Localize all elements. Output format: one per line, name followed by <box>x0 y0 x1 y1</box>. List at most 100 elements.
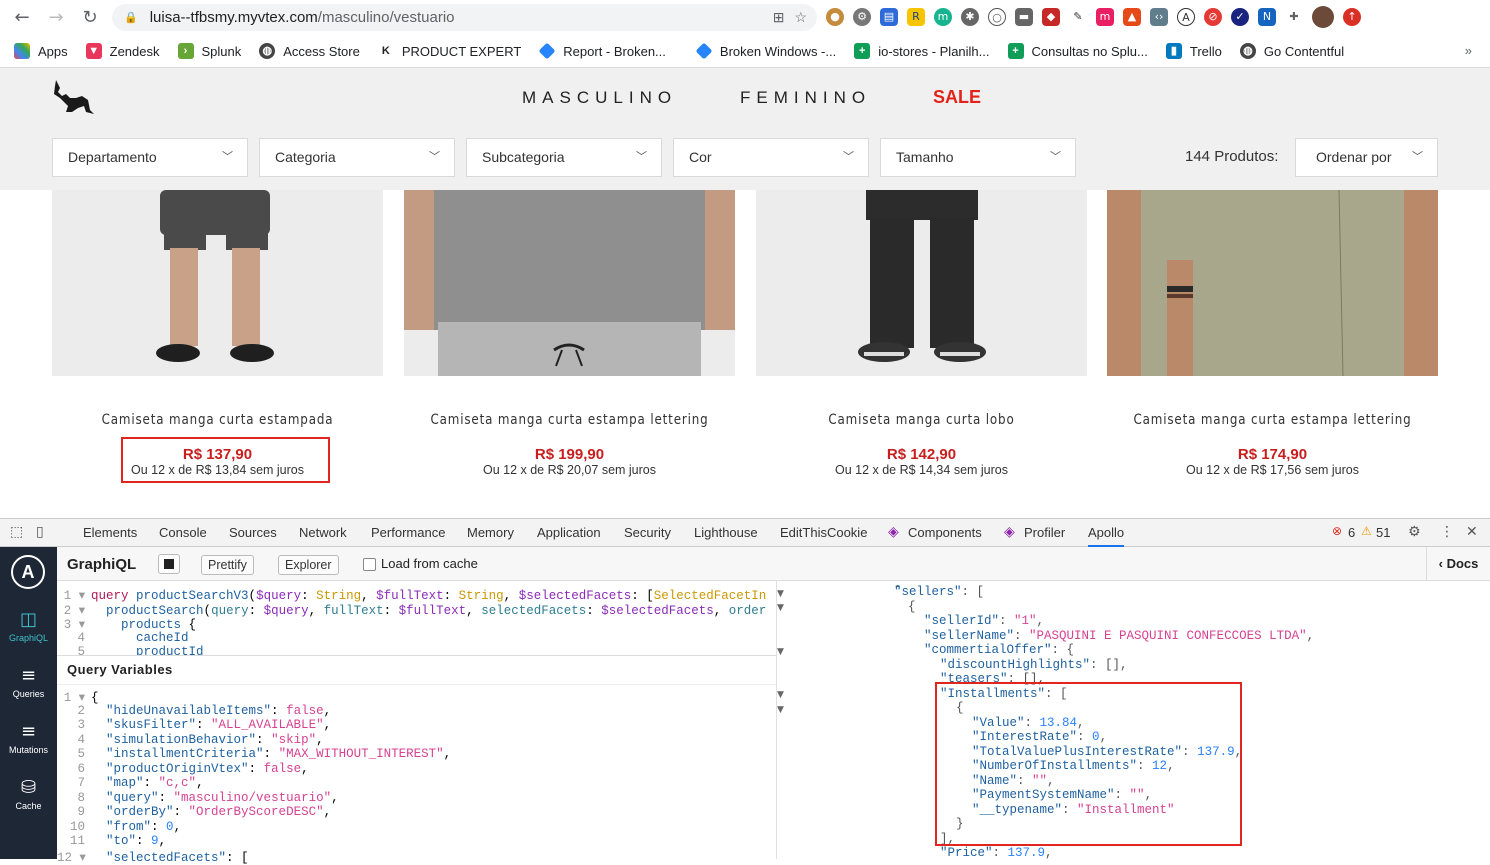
bookmark-item[interactable]: Broken Windows -... <box>695 42 836 60</box>
red-square-extension-icon[interactable]: ◆ <box>1042 8 1060 26</box>
result-viewer[interactable]: . "sellers": [ { "sellerId": "1", "selle… <box>788 581 1490 859</box>
nav-queries[interactable]: ≡ Queries <box>0 665 57 699</box>
chevron-down-icon: ﹀ <box>636 151 647 163</box>
fold-arrow-icon[interactable]: ▼ <box>777 603 784 613</box>
tab-elements[interactable]: Elements <box>83 525 137 540</box>
tab-components[interactable]: Components <box>908 525 982 540</box>
product-image[interactable] <box>756 190 1087 376</box>
tab-apollo[interactable]: Apollo <box>1088 525 1125 547</box>
product-image[interactable] <box>52 190 383 376</box>
product-name[interactable]: Camiseta manga curta estampada <box>77 412 358 428</box>
apollo-sidebar: A ◫ GraphiQL ≡ Queries ≡ Mutations ⛁ Cache <box>0 547 57 859</box>
nav-cache[interactable]: ⛁ Cache <box>0 777 57 811</box>
bug-extension-icon[interactable]: ✱ <box>961 8 979 26</box>
bookmark-item[interactable]: Report - Broken... <box>538 42 666 60</box>
block-extension-icon[interactable]: ⊘ <box>1204 8 1222 26</box>
bookmark-item[interactable]: K PRODUCT EXPERT <box>377 43 521 59</box>
calendar-extension-icon[interactable]: ▤ <box>880 8 898 26</box>
more-options-icon[interactable]: ⋮ <box>1440 524 1454 540</box>
filter-subcategoria[interactable]: Subcategoria ﹀ <box>466 138 662 177</box>
menu-feminino[interactable]: FEMININO <box>740 88 871 108</box>
new-extension-icon[interactable]: N <box>1258 8 1276 26</box>
product-name[interactable]: Camiseta manga curta lobo <box>781 412 1062 428</box>
query-variables-header[interactable]: Query Variables <box>57 655 776 685</box>
bookmark-item[interactable]: › Splunk <box>177 43 241 59</box>
back-icon[interactable]: ← <box>5 7 39 28</box>
filter-tamanho[interactable]: Tamanho ﹀ <box>880 138 1076 177</box>
tab-sources[interactable]: Sources <box>229 525 277 540</box>
r-extension-icon[interactable]: R <box>907 8 925 26</box>
inspect-icon[interactable]: ⬚ <box>10 524 23 540</box>
docs-button[interactable]: ‹ Docs <box>1426 547 1490 580</box>
device-toolbar-icon[interactable]: ▯ <box>36 524 44 540</box>
reload-icon[interactable]: ↻ <box>73 7 107 28</box>
puzzle-extension-icon[interactable]: ✚ <box>1285 8 1303 26</box>
filter-cor[interactable]: Cor ﹀ <box>673 138 869 177</box>
tab-performance[interactable]: Performance <box>371 525 445 540</box>
tab-console[interactable]: Console <box>159 525 207 540</box>
list-icon: ≡ <box>20 665 37 686</box>
tab-profiler[interactable]: Profiler <box>1024 525 1065 540</box>
error-icon[interactable]: ⊗ <box>1332 524 1342 538</box>
tab-editthiscookie[interactable]: EditThisCookie <box>780 525 867 540</box>
menu-sale[interactable]: SALE <box>933 87 981 108</box>
fold-arrow-icon[interactable]: ▼ <box>777 589 784 599</box>
bookmark-item[interactable]: + io-stores - Planilh... <box>854 43 990 59</box>
translate-icon[interactable]: ⊞ <box>773 9 785 26</box>
code-extension-icon[interactable]: ‹› <box>1150 8 1168 26</box>
filter-categoria[interactable]: Categoria ﹀ <box>259 138 455 177</box>
close-icon[interactable]: ✕ <box>1466 524 1478 540</box>
update-extension-icon[interactable]: ↑ <box>1343 8 1361 26</box>
bookmark-star-icon[interactable]: ☆ <box>794 9 807 26</box>
fold-arrow-icon[interactable]: ▼ <box>777 690 784 700</box>
tab-memory[interactable]: Memory <box>467 525 514 540</box>
warning-icon[interactable]: ⚠ <box>1361 524 1372 538</box>
bookmarks-overflow-button[interactable]: » <box>1465 43 1472 58</box>
gear-extension-icon[interactable]: ⚙ <box>853 8 871 26</box>
code-line: 3 ▾ products { <box>63 618 197 632</box>
load-from-cache-checkbox[interactable] <box>363 558 376 571</box>
product-name[interactable]: Camiseta manga curta estampa lettering <box>1132 412 1413 428</box>
fold-arrow-icon[interactable]: ▼ <box>777 705 784 715</box>
explorer-button[interactable]: Explorer <box>278 555 339 575</box>
bookmark-item[interactable]: Apps <box>14 43 68 59</box>
cookie-extension-icon[interactable]: ● <box>826 8 844 26</box>
query-editor[interactable]: 1 ▾ query productSearchV3($query: String,… <box>57 581 776 865</box>
product-image[interactable] <box>1107 190 1438 376</box>
tab-application[interactable]: Application <box>537 525 601 540</box>
pen-extension-icon[interactable]: ✎ <box>1069 8 1087 26</box>
fire-extension-icon[interactable]: ▲ <box>1123 8 1141 26</box>
sort-dropdown[interactable]: Ordenar por ﹀ <box>1295 138 1438 177</box>
nav-mutations[interactable]: ≡ Mutations <box>0 721 57 755</box>
run-stop-button[interactable] <box>158 554 180 574</box>
bookmark-item[interactable]: ▼ Zendesk <box>85 43 160 59</box>
menu-masculino[interactable]: MASCULINO <box>522 88 677 108</box>
address-bar[interactable]: 🔒 luisa--tfbsmy.myvtex.com/masculino/ves… <box>112 4 817 31</box>
tab-lighthouse[interactable]: Lighthouse <box>694 525 758 540</box>
product-image[interactable] <box>404 190 735 376</box>
bookmark-item[interactable]: ◍ Access Store <box>259 43 360 59</box>
filter-departamento[interactable]: Departamento ﹀ <box>52 138 248 177</box>
tab-security[interactable]: Security <box>624 525 671 540</box>
a-extension-icon[interactable]: A <box>1177 8 1195 26</box>
m-extension-icon[interactable]: m <box>934 8 952 26</box>
tab-network[interactable]: Network <box>299 525 347 540</box>
store-header: MASCULINO FEMININO SALE Departamento ﹀ Ca… <box>0 68 1490 190</box>
settings-icon[interactable]: ⚙ <box>1408 524 1421 540</box>
fold-arrow-icon[interactable]: ▼ <box>777 647 784 657</box>
bookmark-item[interactable]: ▮ Trello <box>1165 43 1222 59</box>
bookmark-item[interactable]: + Consultas no Splu... <box>1007 43 1148 59</box>
wolf-logo[interactable] <box>52 78 98 116</box>
forward-icon[interactable]: → <box>39 7 73 28</box>
check-extension-icon[interactable]: ✓ <box>1231 8 1249 26</box>
product-name[interactable]: Camiseta manga curta estampa lettering <box>429 412 710 428</box>
ra-extension-icon[interactable]: m <box>1096 8 1114 26</box>
circle-extension-icon[interactable]: ○ <box>988 8 1006 26</box>
pane-divider[interactable] <box>776 581 788 859</box>
ticket-extension-icon[interactable]: ▬ <box>1015 8 1033 26</box>
prettify-button[interactable]: Prettify <box>201 555 254 575</box>
profile-avatar[interactable] <box>1312 6 1334 28</box>
bookmark-item[interactable]: ◍ Go Contentful <box>1239 43 1344 59</box>
nav-graphiql[interactable]: ◫ GraphiQL <box>0 609 57 643</box>
product-count: 144 Produtos: <box>1185 148 1279 165</box>
